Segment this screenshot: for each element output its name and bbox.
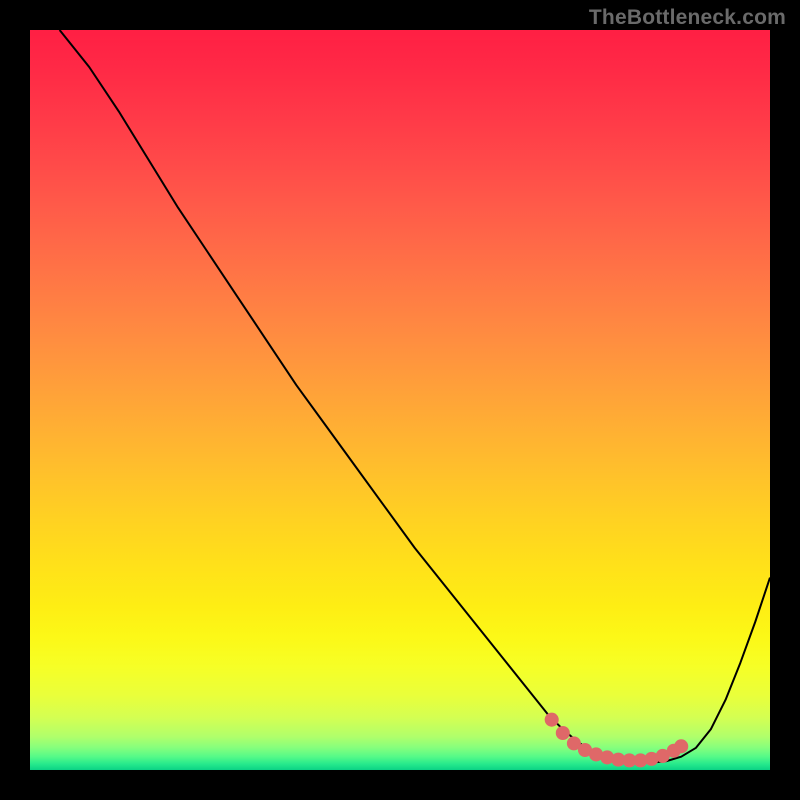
trough-dot	[545, 713, 559, 727]
trough-dot	[674, 739, 688, 753]
chart-container: TheBottleneck.com	[0, 0, 800, 800]
line-chart	[30, 30, 770, 770]
bottleneck-curve	[60, 30, 770, 763]
attribution-label: TheBottleneck.com	[589, 6, 786, 30]
trough-dot	[556, 726, 570, 740]
trough-highlight	[545, 713, 689, 768]
